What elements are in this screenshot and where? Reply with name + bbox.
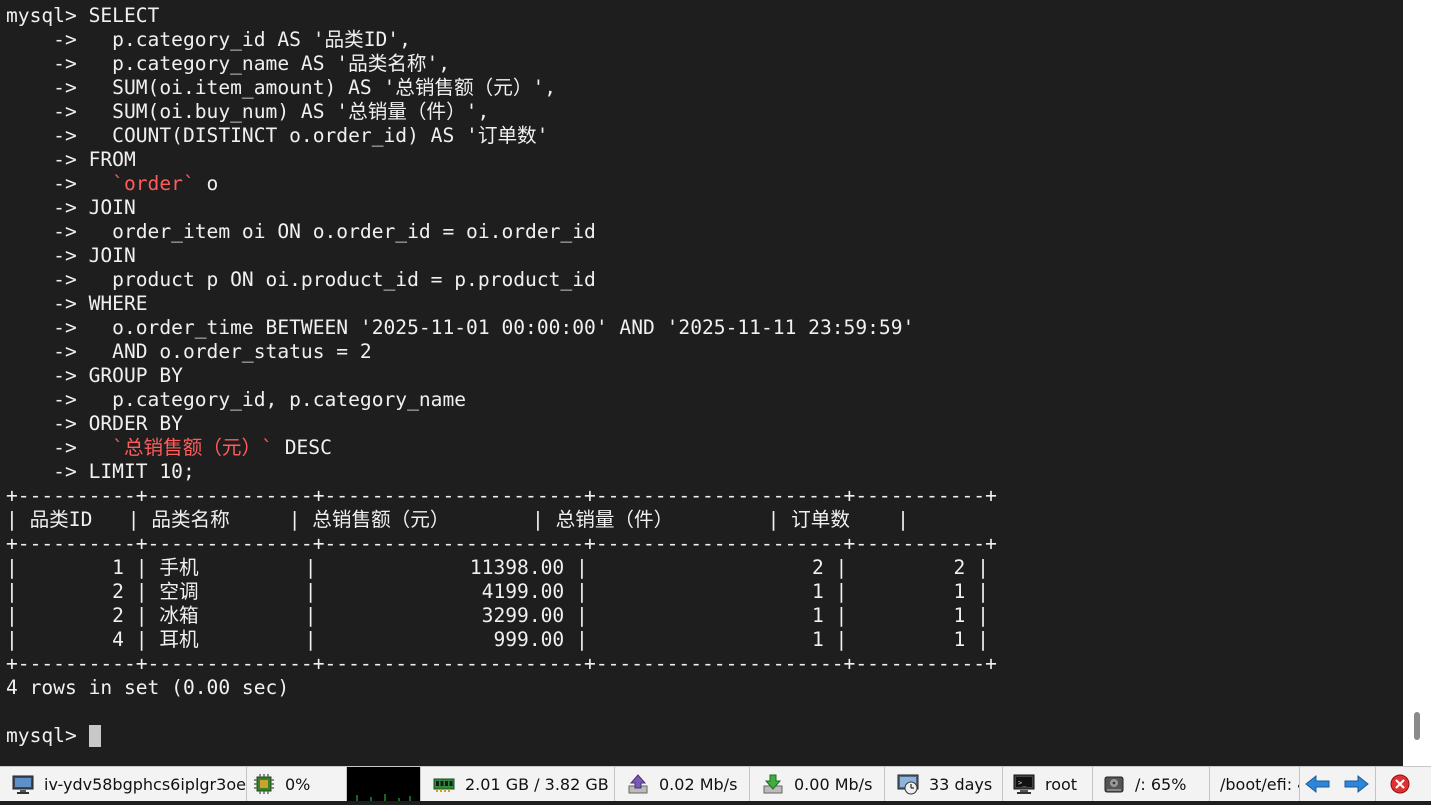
sql-line: -> product p ON oi.product_id = p.produc… [6, 268, 596, 291]
user-label: root [1045, 774, 1078, 794]
table-row: | 4 | 耳机 | 999.00 | 1 | 1 | [6, 628, 989, 651]
table-header: | 品类ID | 品类名称 | 总销售额（元） | 总销量（件） | 订单数 | [6, 508, 909, 531]
upload-icon [627, 773, 649, 795]
sql-line: -> WHERE [6, 292, 148, 315]
close-icon [1389, 773, 1411, 795]
cpu-chip-icon [253, 773, 275, 795]
disk-icon [1103, 773, 1125, 795]
sql-line: -> p.category_name AS '品类名称', [6, 52, 451, 75]
taskbar: iv-ydv58bgphcs6iplgr3oe 0% 2.01 GB / 3.8… [0, 766, 1431, 801]
line-suffix: DESC [272, 436, 332, 459]
sql-line-orderby: -> `总销售额（元）` DESC [6, 436, 997, 460]
sql-line: -> COUNT(DISTINCT o.order_id) AS '订单数' [6, 124, 549, 147]
table-row: | 2 | 空调 | 4199.00 | 1 | 1 | [6, 580, 989, 603]
disk-root-item[interactable]: /: 65% [1093, 767, 1210, 801]
hostname-item[interactable]: iv-ydv58bgphcs6iplgr3oe [0, 767, 247, 801]
terminal-icon: >_ [1013, 773, 1035, 795]
disk-boot-item[interactable]: /boot/efi: 4 [1210, 767, 1300, 801]
table-border: +----------+--------------+-------------… [6, 652, 997, 675]
scroll-arrows [1300, 767, 1376, 801]
disk-boot-label: /boot/efi: 4 [1220, 774, 1300, 794]
vertical-scrollbar[interactable] [1403, 0, 1431, 766]
line-prefix: -> [6, 436, 113, 459]
disk-root-label: /: 65% [1135, 774, 1187, 794]
upload-label: 0.02 Mb/s [659, 774, 738, 794]
download-label: 0.00 Mb/s [794, 774, 873, 794]
sql-line: -> p.category_id, p.category_name [6, 388, 467, 411]
sql-line: -> JOIN [6, 244, 136, 267]
terminal-output: mysql> SELECT -> p.category_id AS '品类ID'… [6, 4, 997, 748]
sql-line: mysql> SELECT [6, 4, 160, 27]
clock-icon [897, 773, 919, 795]
download-item[interactable]: 0.00 Mb/s [750, 767, 885, 801]
memory-label: 2.01 GB / 3.82 GB [465, 774, 609, 794]
highlighted-identifier: `order` [112, 172, 195, 195]
table-border: +----------+--------------+-------------… [6, 484, 997, 507]
arrow-left-icon[interactable] [1304, 773, 1332, 795]
sql-line: -> FROM [6, 148, 136, 171]
sql-line: -> order_item oi ON o.order_id = oi.orde… [6, 220, 596, 243]
memory-item[interactable]: 2.01 GB / 3.82 GB [421, 767, 615, 801]
user-item[interactable]: >_ root [1003, 767, 1093, 801]
line-prefix: -> [6, 172, 113, 195]
monitor-icon [12, 773, 34, 795]
terminal-window[interactable]: mysql> SELECT -> p.category_id AS '品类ID'… [0, 0, 1403, 766]
sql-line: -> LIMIT 10; [6, 460, 195, 483]
close-button[interactable] [1376, 767, 1431, 801]
text-cursor [88, 725, 101, 747]
cpu-label: 0% [285, 774, 311, 794]
cpu-graph [347, 767, 421, 801]
mysql-prompt: mysql> [6, 724, 89, 747]
upload-item[interactable]: 0.02 Mb/s [615, 767, 750, 801]
table-row: | 1 | 手机 | 11398.00 | 2 | 2 | [6, 556, 989, 579]
sql-line: -> ORDER BY [6, 412, 183, 435]
uptime-item[interactable]: 33 days [885, 767, 1003, 801]
sql-line: -> o.order_time BETWEEN '2025-11-01 00:0… [6, 316, 915, 339]
memory-icon [433, 773, 455, 795]
table-border: +----------+--------------+-------------… [6, 532, 997, 555]
highlighted-identifier: `总销售额（元）` [112, 436, 273, 459]
sql-line: -> SUM(oi.buy_num) AS '总销量（件）', [6, 100, 490, 123]
cpu-item[interactable]: 0% [247, 767, 347, 801]
line-suffix: o [194, 172, 219, 195]
sql-line-order: -> `order` o [6, 172, 997, 196]
sql-line: -> GROUP BY [6, 364, 183, 387]
sql-line: -> AND o.order_status = 2 [6, 340, 372, 363]
hostname-label: iv-ydv58bgphcs6iplgr3oe [44, 774, 246, 794]
result-summary: 4 rows in set (0.00 sec) [6, 676, 290, 699]
sql-line: -> JOIN [6, 196, 136, 219]
scrollbar-thumb[interactable] [1414, 712, 1420, 740]
uptime-label: 33 days [929, 774, 993, 794]
table-row: | 2 | 冰箱 | 3299.00 | 1 | 1 | [6, 604, 989, 627]
sql-line: -> p.category_id AS '品类ID', [6, 28, 411, 51]
arrow-right-icon[interactable] [1342, 773, 1370, 795]
download-icon [762, 773, 784, 795]
svg-text:>_: >_ [1018, 779, 1027, 787]
sql-line: -> SUM(oi.item_amount) AS '总销售额（元）', [6, 76, 557, 99]
prompt-line[interactable]: mysql> [6, 724, 997, 748]
